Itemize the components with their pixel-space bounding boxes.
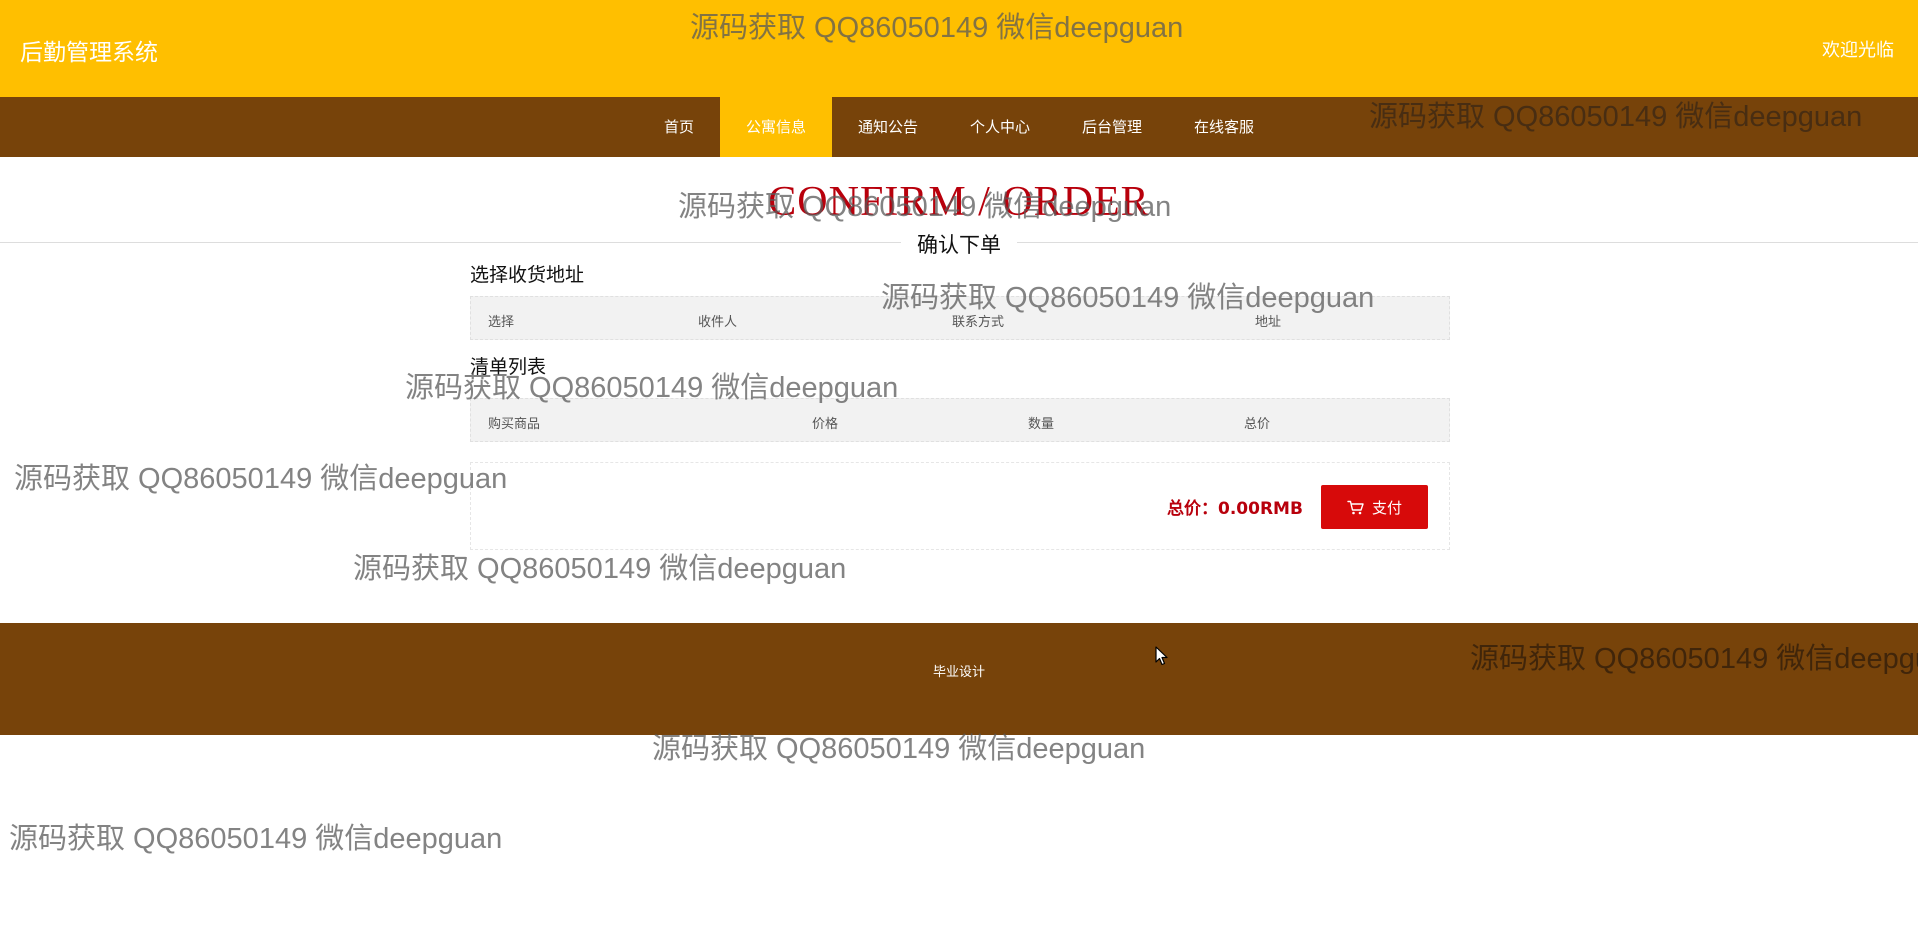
address-col-contact: 联系方式 <box>952 315 1005 330</box>
order-col-quantity: 数量 <box>1028 417 1055 432</box>
order-summary-box <box>470 462 1450 550</box>
page-title-chinese: 确认下单 <box>901 233 1017 257</box>
nav-item-apartment-info[interactable]: 公寓信息 <box>719 97 832 157</box>
order-col-price: 价格 <box>812 417 839 432</box>
footer-text: 毕业设计 <box>932 665 985 680</box>
order-col-total: 总价 <box>1244 417 1271 432</box>
nav-item-announcements[interactable]: 通知公告 <box>832 97 944 157</box>
address-table-header: 选择 收件人 联系方式 地址 <box>470 296 1450 340</box>
nav-item-admin[interactable]: 后台管理 <box>1056 97 1168 157</box>
top-header: 后勤管理系统 欢迎光临 <box>0 0 1918 97</box>
page: 后勤管理系统 欢迎光临 首页 公寓信息 通知公告 个人中心 后台管理 在线客服 … <box>0 0 1918 934</box>
page-title-english: CONFIRM / ORDER <box>768 179 1150 225</box>
pay-button[interactable]: 支付 <box>1321 485 1428 529</box>
main-nav: 首页 公寓信息 通知公告 个人中心 后台管理 在线客服 <box>0 97 1918 157</box>
address-section-title: 选择收货地址 <box>470 264 585 286</box>
address-col-select: 选择 <box>488 315 515 330</box>
nav-list: 首页 公寓信息 通知公告 个人中心 后台管理 在线客服 <box>0 97 1918 157</box>
nav-item-home[interactable]: 首页 <box>638 97 720 157</box>
address-col-address: 地址 <box>1255 315 1282 330</box>
cart-icon <box>1347 500 1364 515</box>
nav-item-online-service[interactable]: 在线客服 <box>1168 97 1280 157</box>
mouse-cursor-icon <box>1155 646 1169 670</box>
site-title[interactable]: 后勤管理系统 <box>20 33 158 67</box>
address-col-recipient: 收件人 <box>698 315 738 330</box>
watermark-text: 源码获取 QQ86050149 微信deepguan <box>353 553 847 585</box>
page-title-chinese-wrap: 确认下单 <box>0 229 1918 259</box>
order-section-title: 清单列表 <box>470 356 547 378</box>
order-table-header: 购买商品 价格 数量 总价 <box>470 398 1450 442</box>
nav-item-personal-center[interactable]: 个人中心 <box>944 97 1056 157</box>
total-price: 总价：0.00RMB <box>1167 499 1303 519</box>
pay-button-label: 支付 <box>1371 498 1402 517</box>
footer: 毕业设计 <box>0 623 1918 735</box>
watermark-text: 源码获取 QQ86050149 微信deepguan <box>14 463 508 495</box>
order-col-product: 购买商品 <box>488 417 541 432</box>
watermark-text: 源码获取 QQ86050149 微信deepguan <box>9 823 503 855</box>
welcome-text: 欢迎光临 <box>1822 40 1894 61</box>
